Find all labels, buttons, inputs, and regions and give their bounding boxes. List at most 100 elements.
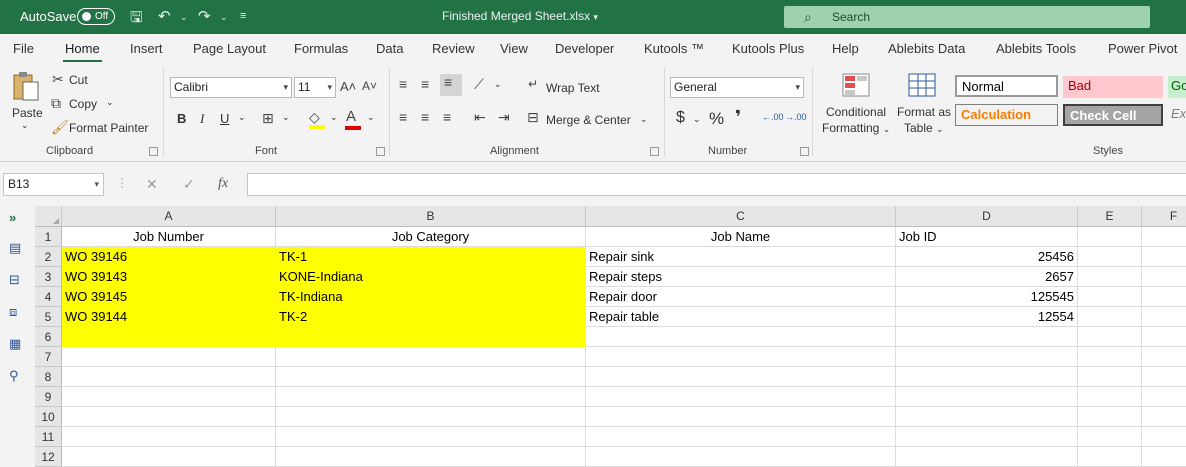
cell-d9[interactable]: [896, 387, 1078, 407]
format-painter-button[interactable]: Format Painter: [69, 121, 148, 135]
undo-icon[interactable]: ↶: [158, 7, 171, 25]
font-launcher-icon[interactable]: [376, 147, 385, 156]
tab-data[interactable]: Data: [376, 41, 403, 56]
row-header[interactable]: 1: [35, 227, 62, 247]
cell-c4[interactable]: Repair door: [586, 287, 896, 307]
borders-icon[interactable]: ⊞: [262, 110, 274, 127]
row-header[interactable]: 12: [35, 447, 62, 467]
orientation-icon[interactable]: ⟋: [474, 76, 484, 93]
style-normal[interactable]: Normal: [955, 75, 1058, 97]
layers-icon[interactable]: ⧈: [9, 304, 17, 320]
search-box[interactable]: ⌕ Search: [784, 6, 1150, 28]
cell-f3[interactable]: [1142, 267, 1186, 287]
cell-e7[interactable]: [1078, 347, 1142, 367]
font-color-icon[interactable]: A: [345, 108, 361, 130]
cell-f4[interactable]: [1142, 287, 1186, 307]
undo-dropdown-icon[interactable]: ⌄: [180, 12, 188, 23]
cell-d4[interactable]: 125545: [896, 287, 1078, 307]
cell-b2[interactable]: TK-1: [276, 247, 586, 267]
cell-b3[interactable]: KONE-Indiana: [276, 267, 586, 287]
document-title[interactable]: Finished Merged Sheet.xlsx ▾: [442, 9, 598, 23]
paste-button[interactable]: [10, 70, 42, 102]
cell-e2[interactable]: [1078, 247, 1142, 267]
format-as-table-button[interactable]: Table ⌄: [904, 121, 944, 135]
tab-developer[interactable]: Developer: [555, 41, 614, 56]
copy-dropdown-icon[interactable]: ⌄: [106, 97, 114, 108]
cell-c3[interactable]: Repair steps: [586, 267, 896, 287]
cell-c7[interactable]: [586, 347, 896, 367]
cell-b4[interactable]: TK-Indiana: [276, 287, 586, 307]
cell-d6[interactable]: [896, 327, 1078, 347]
currency-button[interactable]: $: [676, 109, 685, 127]
tab-file[interactable]: File: [13, 41, 34, 56]
tab-kutools[interactable]: Kutools ™: [644, 41, 704, 56]
conditional-formatting-button[interactable]: Formatting ⌄: [822, 121, 890, 135]
cell-b1[interactable]: Job Category: [276, 227, 586, 247]
cell-e10[interactable]: [1078, 407, 1142, 427]
cell-b10[interactable]: [276, 407, 586, 427]
italic-button[interactable]: I: [200, 111, 204, 127]
cell-e3[interactable]: [1078, 267, 1142, 287]
column-header-f[interactable]: F: [1142, 206, 1186, 227]
underline-button[interactable]: U: [220, 111, 229, 126]
conditional-formatting-line1[interactable]: Conditional: [826, 105, 886, 119]
tab-help[interactable]: Help: [832, 41, 859, 56]
row-header[interactable]: 10: [35, 407, 62, 427]
cell-b11[interactable]: [276, 427, 586, 447]
cell-e6[interactable]: [1078, 327, 1142, 347]
cell-e5[interactable]: [1078, 307, 1142, 327]
column-header-e[interactable]: E: [1078, 206, 1142, 227]
cell-b5[interactable]: TK-2: [276, 307, 586, 327]
cell-f11[interactable]: [1142, 427, 1186, 447]
align-left-icon[interactable]: ≡: [399, 109, 407, 125]
borders-dropdown-icon[interactable]: ⌄: [282, 112, 290, 123]
font-name-select[interactable]: Calibri ▾: [170, 77, 292, 98]
column-header-d[interactable]: D: [896, 206, 1078, 227]
navigation-icon[interactable]: ▤: [9, 240, 21, 256]
comma-button[interactable]: ❜: [735, 107, 741, 128]
redo-icon[interactable]: ↷: [198, 7, 211, 25]
cell-f2[interactable]: [1142, 247, 1186, 267]
tab-home[interactable]: Home: [63, 41, 102, 63]
cell-d1[interactable]: Job ID: [896, 227, 1078, 247]
copy-button[interactable]: Copy: [69, 97, 97, 111]
cell-c11[interactable]: [586, 427, 896, 447]
cell-f10[interactable]: [1142, 407, 1186, 427]
find-replace-icon[interactable]: ⚲: [9, 368, 19, 384]
insert-function-icon[interactable]: fx: [218, 176, 228, 192]
clipboard-launcher-icon[interactable]: [149, 147, 158, 156]
row-header[interactable]: 4: [35, 287, 62, 307]
increase-indent-icon[interactable]: ⇥: [498, 109, 510, 126]
tab-insert[interactable]: Insert: [130, 41, 163, 56]
paste-dropdown-icon[interactable]: ⌄: [21, 120, 29, 131]
decrease-font-size-icon[interactable]: A˅: [362, 79, 377, 93]
alignment-launcher-icon[interactable]: [650, 147, 659, 156]
row-header[interactable]: 9: [35, 387, 62, 407]
number-launcher-icon[interactable]: [800, 147, 809, 156]
cell-f1[interactable]: [1142, 227, 1186, 247]
more-options-icon[interactable]: ⋮: [116, 176, 128, 190]
cell-a10[interactable]: [62, 407, 276, 427]
cell-a4[interactable]: WO 39145: [62, 287, 276, 307]
align-center-icon[interactable]: ≡: [421, 109, 429, 125]
row-header[interactable]: 11: [35, 427, 62, 447]
currency-dropdown-icon[interactable]: ⌄: [693, 114, 701, 125]
cell-b12[interactable]: [276, 447, 586, 467]
cell-e9[interactable]: [1078, 387, 1142, 407]
cell-c10[interactable]: [586, 407, 896, 427]
autosave-toggle[interactable]: Off: [77, 8, 115, 25]
formula-input[interactable]: [247, 173, 1186, 196]
cell-a3[interactable]: WO 39143: [62, 267, 276, 287]
tab-power-pivot[interactable]: Power Pivot: [1108, 41, 1177, 56]
merge-center-button[interactable]: Merge & Center: [546, 113, 631, 127]
cell-a8[interactable]: [62, 367, 276, 387]
cell-c1[interactable]: Job Name: [586, 227, 896, 247]
cancel-icon[interactable]: ✕: [146, 176, 158, 193]
select-all-corner[interactable]: ◢: [35, 206, 62, 227]
cell-a9[interactable]: [62, 387, 276, 407]
align-middle-icon[interactable]: ≡: [421, 76, 429, 92]
cell-b6[interactable]: [276, 327, 586, 347]
save-icon[interactable]: 🖫: [130, 7, 143, 32]
tab-view[interactable]: View: [500, 41, 528, 56]
column-list-icon[interactable]: ▦: [9, 336, 21, 352]
